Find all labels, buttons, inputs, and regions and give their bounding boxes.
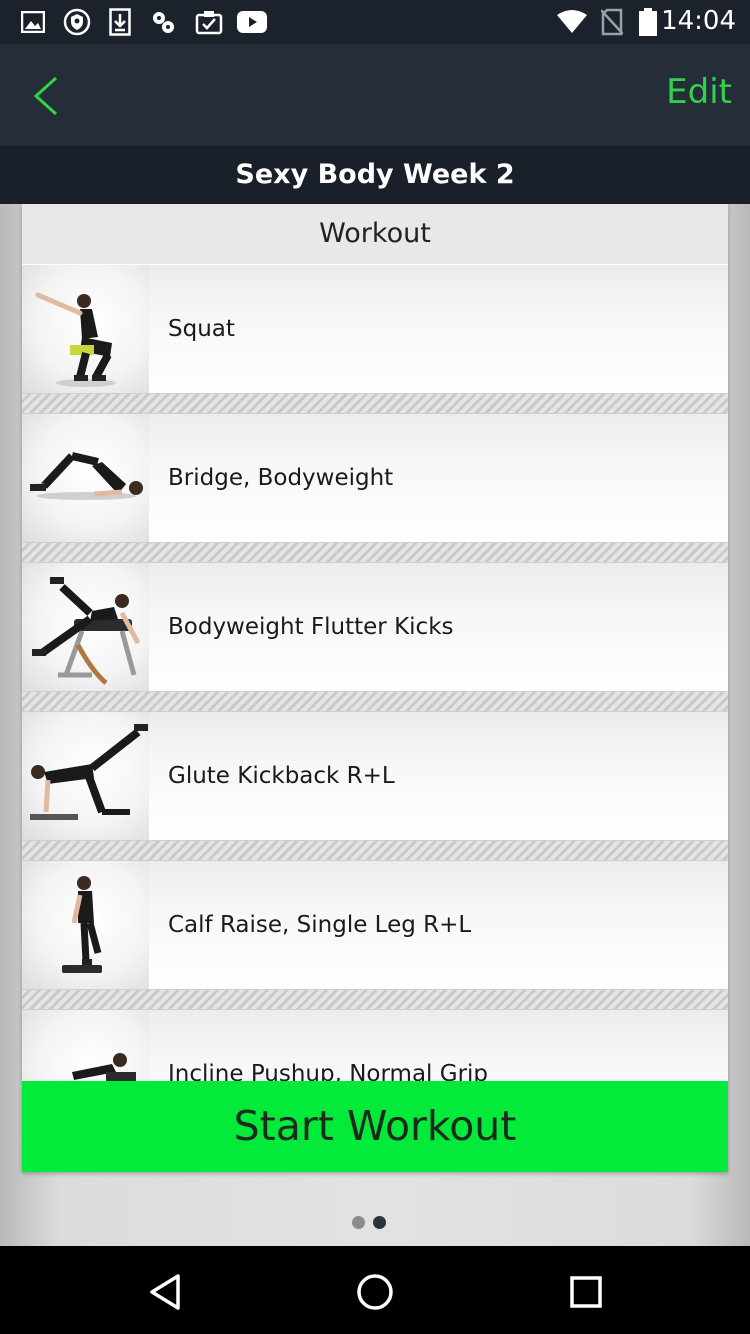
content-area: Workout Squat Bridge, Bodyweight Bodywei… — [0, 204, 750, 1246]
settings-cog-icon — [148, 8, 178, 36]
system-navigation-bar — [0, 1246, 750, 1334]
clipboard-check-icon — [194, 8, 224, 36]
status-bar: 14:04 — [0, 0, 750, 44]
row-divider — [22, 691, 728, 712]
back-triangle-icon[interactable] — [142, 1268, 190, 1316]
edit-button[interactable]: Edit — [666, 72, 732, 112]
exercise-label: Bridge, Bodyweight — [168, 465, 394, 491]
vpn-shield-icon — [62, 8, 92, 36]
back-button[interactable] — [26, 72, 70, 120]
row-divider — [22, 393, 728, 414]
start-workout-button[interactable]: Start Workout — [22, 1081, 728, 1172]
recents-square-icon[interactable] — [562, 1268, 610, 1316]
row-divider — [22, 542, 728, 563]
youtube-icon — [236, 8, 268, 36]
exercise-label: Squat — [168, 316, 235, 342]
exercise-label: Glute Kickback R+L — [168, 763, 395, 789]
wifi-icon — [556, 8, 588, 36]
row-divider — [22, 840, 728, 861]
no-sim-icon — [600, 8, 624, 36]
exercise-row-bridge[interactable]: Bridge, Bodyweight — [22, 414, 728, 542]
page-dot-2-active[interactable] — [373, 1216, 386, 1229]
exercise-row-flutter-kicks[interactable]: Bodyweight Flutter Kicks — [22, 563, 728, 691]
exercise-row-calf-raise[interactable]: Calf Raise, Single Leg R+L — [22, 861, 728, 989]
battery-icon — [638, 8, 658, 36]
page-dot-1[interactable] — [352, 1216, 365, 1229]
workout-card: Workout Squat Bridge, Bodyweight Bodywei… — [22, 204, 728, 1172]
navigation-bar: Edit — [0, 44, 750, 146]
glute-kickback-thumbnail — [22, 712, 149, 840]
calf-raise-thumbnail — [22, 861, 149, 989]
row-divider — [22, 989, 728, 1010]
flutter-kicks-thumbnail — [22, 563, 149, 691]
bridge-thumbnail — [22, 414, 149, 542]
exercise-list[interactable]: Squat Bridge, Bodyweight Bodyweight Flut… — [22, 265, 728, 1138]
card-header: Workout — [22, 204, 728, 264]
exercise-label: Calf Raise, Single Leg R+L — [168, 912, 472, 938]
squat-thumbnail — [22, 265, 149, 393]
image-icon — [20, 8, 46, 36]
page-title: Sexy Body Week 2 — [0, 146, 750, 204]
exercise-row-glute-kickback[interactable]: Glute Kickback R+L — [22, 712, 728, 840]
exercise-row-squat[interactable]: Squat — [22, 265, 728, 393]
page-indicator — [352, 1216, 386, 1230]
chevron-left-icon — [33, 76, 58, 116]
home-circle-icon[interactable] — [351, 1268, 399, 1316]
download-icon — [108, 8, 132, 36]
clock-time: 14:04 — [661, 6, 736, 36]
exercise-label: Bodyweight Flutter Kicks — [168, 614, 454, 640]
